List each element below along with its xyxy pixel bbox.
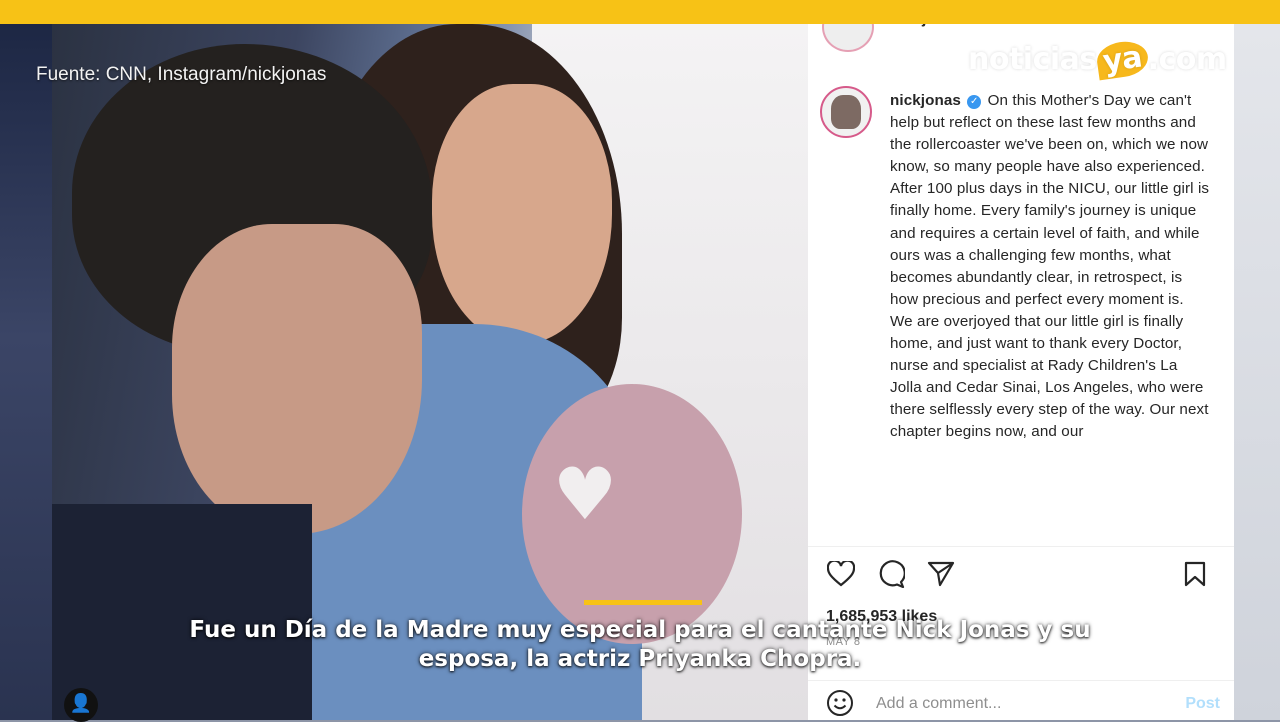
avatar-image [831, 95, 861, 129]
logo-part-noticias: noticias [968, 42, 1097, 77]
verified-icon: ✓ [967, 95, 982, 109]
person-tag-icon[interactable]: 👤 [64, 688, 98, 722]
post-actions [808, 546, 1234, 595]
left-blur-strip [0, 24, 52, 720]
source-credit: Fuente: CNN, Instagram/nickjonas [36, 64, 327, 85]
logo: noticias ya .com [968, 38, 1228, 81]
share-icon[interactable] [924, 557, 958, 591]
post-caption: nickjonas ✓ On this Mother's Day we can'… [890, 90, 1210, 444]
bookmark-icon[interactable] [1178, 557, 1212, 591]
top-accent-bar [0, 0, 1280, 24]
prev-avatar[interactable] [822, 24, 874, 52]
logo-part-com: .com [1147, 42, 1228, 77]
caption-text: On this Mother's Day we can't help but r… [890, 92, 1210, 441]
comment-icon[interactable] [874, 557, 908, 591]
comment-input[interactable]: Add a comment... [876, 695, 1001, 713]
photo-man-shirt [52, 504, 312, 720]
post-button[interactable]: Post [1185, 695, 1220, 713]
prev-username[interactable]: nickjonas [890, 24, 964, 28]
right-blur-strip [1234, 24, 1280, 720]
video-subtitle: Fue un Día de la Madre muy especial para… [150, 616, 1130, 674]
subtitle-line-1: Fue un Día de la Madre muy especial para… [189, 617, 1091, 643]
avatar[interactable] [820, 86, 872, 138]
heart-sticker-icon: ♥ [552, 452, 618, 536]
logo-part-ya: ya [1094, 38, 1150, 81]
heart-icon[interactable] [824, 557, 858, 591]
comment-bar: Add a comment... Post [808, 680, 1234, 720]
caption-username[interactable]: nickjonas [890, 92, 961, 109]
subtitle-accent-line [584, 600, 702, 605]
photo-man-face [172, 224, 422, 534]
caption-row: nickjonas ✓ On this Mother's Day we can'… [820, 86, 1216, 536]
subtitle-line-2: esposa, la actriz Priyanka Chopra. [418, 646, 862, 672]
photo-woman-face [432, 84, 612, 344]
emoji-icon[interactable] [826, 689, 854, 720]
